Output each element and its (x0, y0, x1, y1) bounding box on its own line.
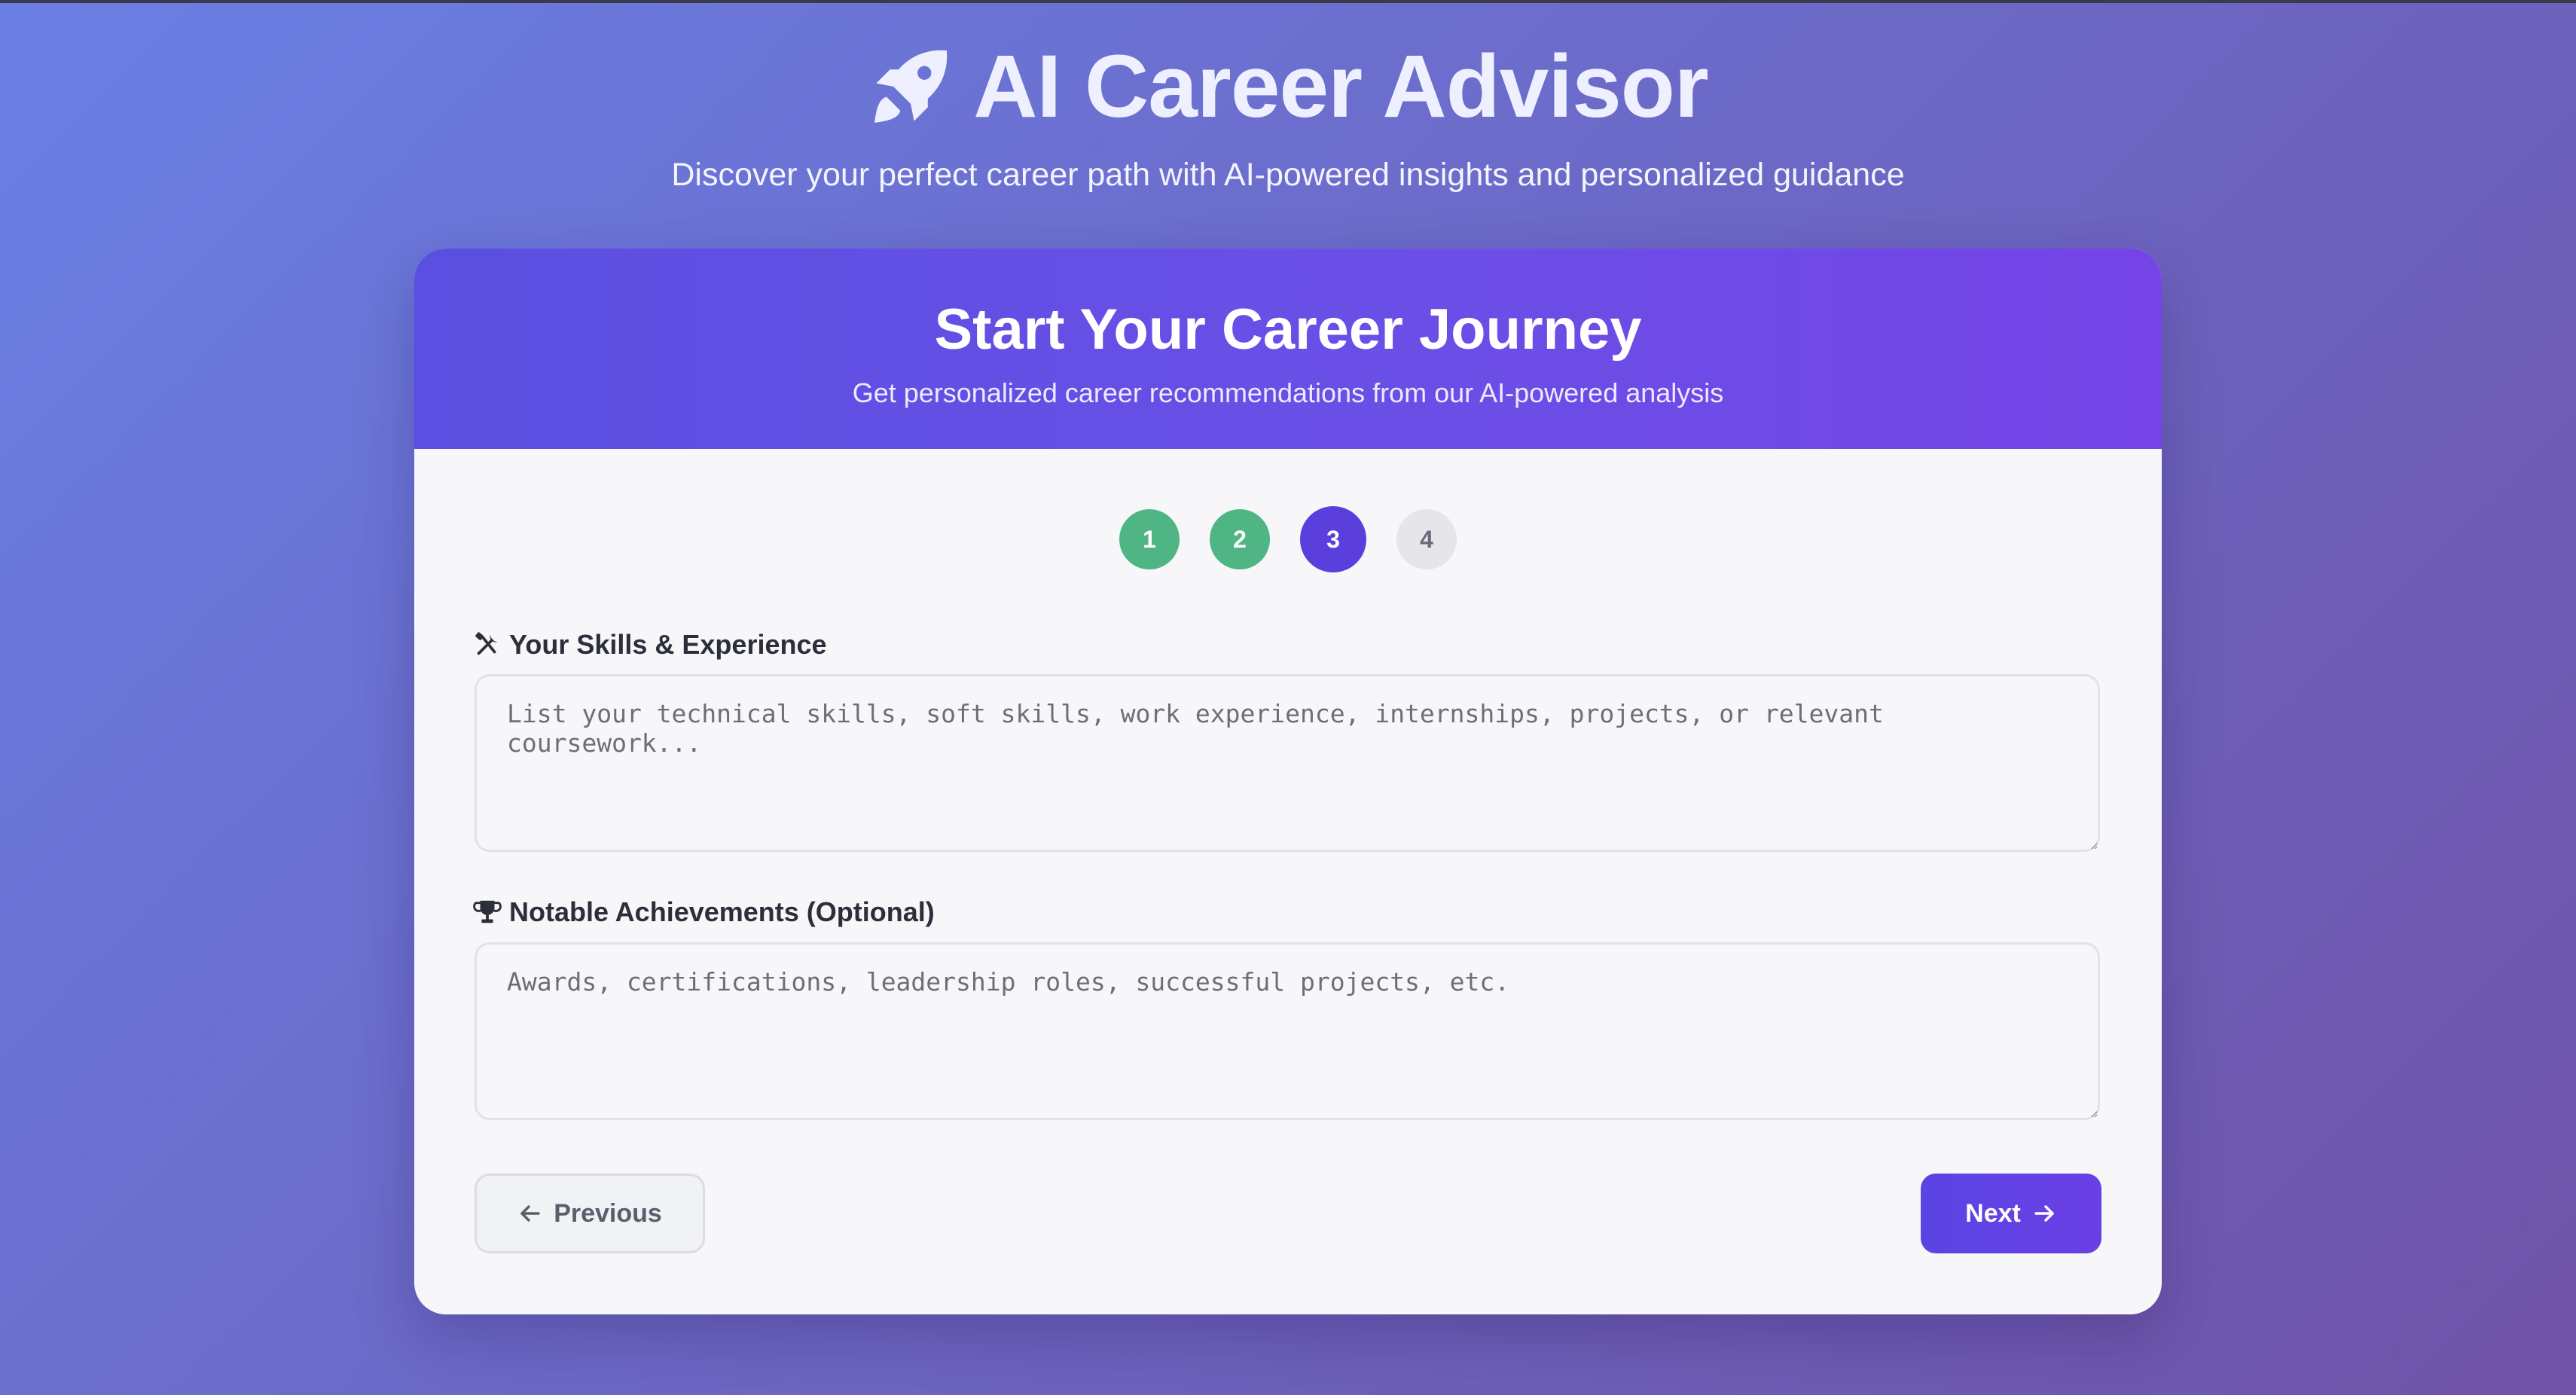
step-3: 3 (1300, 506, 1366, 572)
step-1: 1 (1119, 509, 1180, 569)
previous-button-label: Previous (554, 1198, 662, 1228)
window-top-border (0, 0, 2576, 3)
step-4: 4 (1396, 509, 1457, 569)
app-title-text: AI Career Advisor (973, 37, 1708, 136)
arrow-left-icon (517, 1201, 543, 1226)
next-button[interactable]: Next (1921, 1174, 2101, 1253)
achievements-textarea[interactable] (475, 942, 2100, 1120)
card-title: Start Your Career Journey (934, 298, 1642, 362)
skills-label-text: Your Skills & Experience (509, 629, 827, 660)
rocket-icon (868, 44, 954, 130)
next-button-label: Next (1965, 1198, 2021, 1228)
card-header: Start Your Career Journey Get personaliz… (414, 249, 2162, 449)
app-title: AI Career Advisor (868, 30, 1709, 143)
hero-header: AI Career Advisor Discover your perfect … (0, 30, 2576, 196)
step-indicator: 1 2 3 4 (0, 506, 2576, 572)
achievements-label-text: Notable Achievements (Optional) (509, 896, 935, 927)
tools-icon (473, 630, 502, 659)
skills-textarea[interactable] (475, 674, 2100, 852)
card-subtitle: Get personalized career recommendations … (852, 377, 1724, 408)
app-subtitle: Discover your perfect career path with A… (671, 157, 1905, 193)
arrow-right-icon (2031, 1201, 2057, 1226)
step-2: 2 (1210, 509, 1270, 569)
achievements-label: Notable Achievements (Optional) (473, 896, 935, 928)
trophy-icon (473, 898, 502, 926)
skills-label: Your Skills & Experience (473, 629, 827, 661)
previous-button[interactable]: Previous (475, 1174, 705, 1253)
